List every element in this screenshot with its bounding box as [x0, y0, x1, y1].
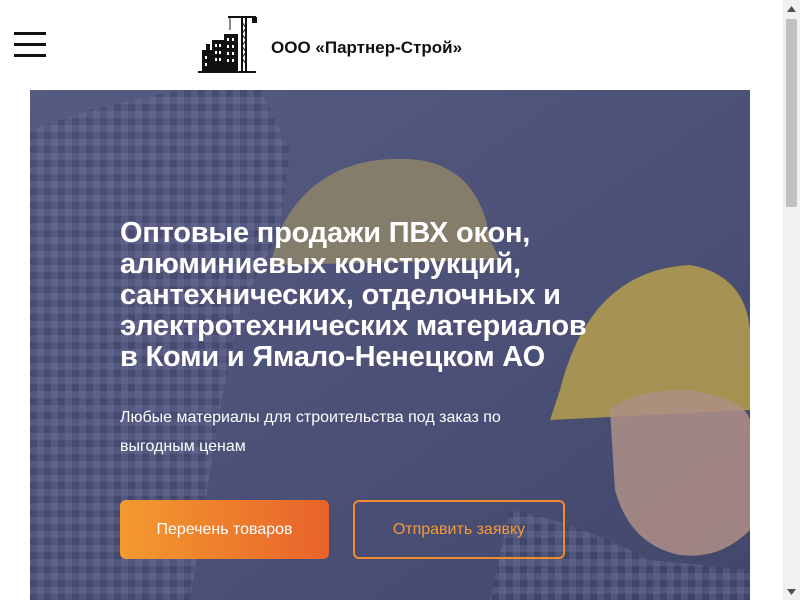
- menu-line: [14, 54, 46, 57]
- site-header: ООО «Партнер-Строй»: [0, 0, 780, 90]
- product-list-button[interactable]: Перечень товаров: [120, 500, 329, 559]
- send-request-button[interactable]: Отправить заявку: [353, 500, 565, 559]
- menu-line: [14, 43, 46, 46]
- brand-name[interactable]: ООО «Партнер-Строй»: [271, 38, 462, 58]
- arrow-down-icon[interactable]: [783, 583, 800, 600]
- company-logo[interactable]: [196, 14, 258, 74]
- arrow-up-icon[interactable]: [783, 0, 800, 17]
- menu-line: [14, 32, 46, 35]
- hero-title: Оптовые продажи ПВХ окон, алюминиевых ко…: [120, 217, 587, 373]
- vertical-scrollbar[interactable]: [783, 0, 800, 600]
- hero-subtitle: Любые материалы для строительства под за…: [120, 409, 501, 455]
- hamburger-menu-icon[interactable]: [14, 32, 46, 58]
- hero-banner: Оптовые продажи ПВХ окон, алюминиевых ко…: [30, 90, 750, 600]
- scrollbar-thumb[interactable]: [786, 19, 797, 207]
